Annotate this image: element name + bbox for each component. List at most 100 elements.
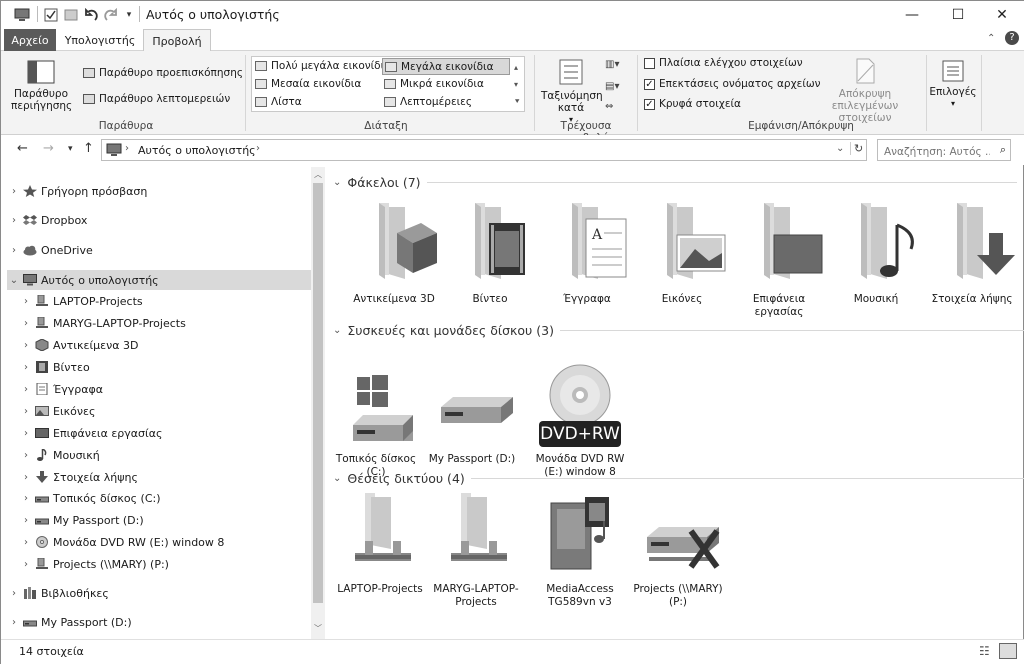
recent-locations-icon[interactable]: ▾ [68, 144, 73, 154]
details-pane-button[interactable]: Παράθυρο λεπτομερειών [83, 93, 230, 105]
tab-file[interactable]: Αρχείο [4, 29, 56, 51]
breadcrumb-chevron-icon[interactable]: › [125, 143, 129, 154]
sort-by-button[interactable]: Ταξινόμηση κατά ▾ [539, 57, 603, 126]
content-item[interactable]: A Έγγραφα [542, 203, 632, 306]
collapse-chevron-icon[interactable]: ⌄ [333, 177, 341, 188]
nav-item-network-drive[interactable]: › MARYG-LAPTOP-Projects [19, 313, 311, 333]
search-icon[interactable]: ⌕ [1000, 143, 1006, 157]
tab-computer[interactable]: Υπολογιστής [60, 29, 140, 51]
address-history-icon[interactable]: ⌄ [836, 143, 844, 154]
content-item[interactable]: My Passport (D:) [427, 363, 517, 466]
group-header[interactable]: ⌄ Φάκελοι (7) [333, 175, 1017, 190]
search-box[interactable]: ⌕ [877, 139, 1011, 162]
nav-item-computer[interactable]: ⌄ Αυτός ο υπολογιστής [7, 270, 311, 290]
content-item[interactable]: Εικόνες [637, 203, 727, 306]
checkbox[interactable]: ✓ [644, 98, 655, 110]
expand-chevron-icon[interactable]: › [7, 186, 21, 197]
content-item[interactable]: Μουσική [831, 203, 921, 306]
expand-chevron-icon[interactable]: › [7, 588, 21, 599]
content-item[interactable]: Τοπικός δίσκος (C:) [331, 363, 421, 479]
checkbox[interactable] [644, 57, 655, 69]
nav-item-hard-drive[interactable]: › My Passport (D:) [7, 612, 311, 632]
scroll-down-icon[interactable]: ﹀ [314, 623, 322, 634]
content-item[interactable]: Στοιχεία λήψης [927, 203, 1017, 306]
expand-chevron-icon[interactable]: › [19, 537, 33, 548]
expand-chevron-icon[interactable]: › [19, 450, 33, 461]
group-header[interactable]: ⌄ Θέσεις δικτύου (4) [333, 471, 1024, 486]
computer-icon[interactable] [13, 6, 31, 24]
new-folder-icon[interactable] [63, 6, 79, 24]
minimize-button[interactable]: — [889, 1, 935, 29]
nav-item-cloud[interactable]: › OneDrive [7, 240, 311, 260]
nav-pane-scrollbar[interactable]: ︿ ﹀ [311, 167, 325, 639]
size-columns-icon[interactable]: ⇔ [605, 101, 613, 112]
nav-item-network-drive[interactable]: › LAPTOP-Projects [19, 291, 311, 311]
nav-item-music[interactable]: › Μουσική [19, 445, 311, 465]
layout-details[interactable]: Λεπτομέρειες [384, 96, 472, 108]
expand-chevron-icon[interactable]: › [7, 215, 21, 226]
expand-chevron-icon[interactable]: › [19, 428, 33, 439]
nav-item-dropbox[interactable]: › Dropbox [7, 210, 311, 230]
breadcrumb-chevron-icon[interactable]: › [256, 143, 260, 154]
navigation-pane-button[interactable]: Παράθυρο περιήγησης [9, 59, 73, 112]
maximize-button[interactable]: ☐ [935, 1, 981, 29]
content-item[interactable]: MARYG-LAPTOP-Projects [431, 493, 521, 609]
nav-item-cube[interactable]: › Αντικείμενα 3D [19, 335, 311, 355]
forward-arrow-icon[interactable]: → [43, 141, 54, 156]
customize-qat-icon[interactable]: ▾ [123, 6, 135, 24]
content-item[interactable]: Επιφάνεια εργασίας [734, 203, 824, 319]
nav-item-hard-drive[interactable]: › My Passport (D:) [19, 510, 311, 530]
minimize-ribbon-icon[interactable]: ⌃ [987, 33, 995, 44]
address-path[interactable]: Αυτός ο υπολογιστής [138, 144, 256, 157]
content-item[interactable]: Projects (\\MARY) (P:) [633, 493, 723, 609]
layout-small-icons[interactable]: Μικρά εικονίδια [384, 78, 484, 90]
layout-scroll-icon[interactable]: ▴ ▾ ⯆ [514, 59, 520, 110]
layout-large-icons[interactable]: Μεγάλα εικονίδια [382, 58, 510, 75]
content-item[interactable]: LAPTOP-Projects [335, 493, 425, 596]
nav-item-library[interactable]: › Βιβλιοθήκες [7, 583, 311, 603]
hide-selected-button[interactable]: Απόκρυψη επιλεγμένων στοιχείων [809, 57, 921, 124]
collapse-chevron-icon[interactable]: ⌄ [333, 325, 341, 336]
expand-chevron-icon[interactable]: › [19, 362, 33, 373]
undo-icon[interactable] [83, 6, 99, 24]
nav-item-document[interactable]: › Έγγραφα [19, 379, 311, 399]
nav-item-download[interactable]: › Στοιχεία λήψης [19, 467, 311, 487]
tab-view[interactable]: Προβολή [143, 29, 211, 52]
expand-chevron-icon[interactable]: › [7, 245, 21, 256]
nav-item-desktop[interactable]: › Επιφάνεια εργασίας [19, 423, 311, 443]
back-arrow-icon[interactable]: ← [17, 141, 28, 156]
nav-item-film[interactable]: › Βίντεο [19, 357, 311, 377]
layout-extra-large-icons[interactable]: Πολύ μεγάλα εικονίδια [255, 60, 391, 72]
collapse-chevron-icon[interactable]: ⌄ [333, 473, 341, 484]
redo-icon[interactable] [103, 6, 119, 24]
expand-chevron-icon[interactable]: › [19, 559, 33, 570]
nav-item-dvd[interactable]: › Μονάδα DVD RW (E:) window 8 [19, 532, 311, 552]
nav-item-picture[interactable]: › Εικόνες [19, 401, 311, 421]
details-view-icon[interactable]: ☷ [979, 644, 990, 658]
up-arrow-icon[interactable]: ↑ [83, 141, 94, 156]
expand-chevron-icon[interactable]: › [19, 472, 33, 483]
preview-pane-button[interactable]: Παράθυρο προεπισκόπησης [83, 67, 243, 79]
expand-chevron-icon[interactable]: › [19, 515, 33, 526]
options-button[interactable]: Επιλογές ▾ [929, 59, 977, 110]
group-by-icon[interactable]: ▥▾ [605, 59, 619, 70]
content-item[interactable]: MediaAccess TG589vn v3 [535, 493, 625, 609]
address-bar[interactable]: › Αυτός ο υπολογιστής › ⌄ ↻ [101, 139, 867, 161]
nav-item-star[interactable]: › Γρήγορη πρόσβαση [7, 181, 311, 201]
layout-list[interactable]: Λίστα [255, 96, 302, 108]
help-icon[interactable]: ? [1005, 31, 1019, 45]
scroll-up-icon[interactable]: ︿ [314, 169, 322, 180]
properties-icon[interactable] [43, 6, 59, 24]
content-item[interactable]: Αντικείμενα 3D [349, 203, 439, 306]
refresh-icon[interactable]: ↻ [850, 142, 863, 155]
expand-chevron-icon[interactable]: › [19, 296, 33, 307]
group-header[interactable]: ⌄ Συσκευές και μονάδες δίσκου (3) [333, 323, 1024, 338]
expand-chevron-icon[interactable]: › [19, 406, 33, 417]
expand-chevron-icon[interactable]: › [19, 318, 33, 329]
content-item[interactable]: Βίντεο [445, 203, 535, 306]
file-extensions-toggle[interactable]: ✓ Επεκτάσεις ονόματος αρχείων [644, 78, 821, 90]
hidden-items-toggle[interactable]: ✓ Κρυφά στοιχεία [644, 98, 741, 110]
search-input[interactable] [878, 142, 990, 162]
checkbox[interactable]: ✓ [644, 78, 655, 90]
nav-item-network-drive[interactable]: › Projects (\\MARY) (P:) [19, 554, 311, 574]
